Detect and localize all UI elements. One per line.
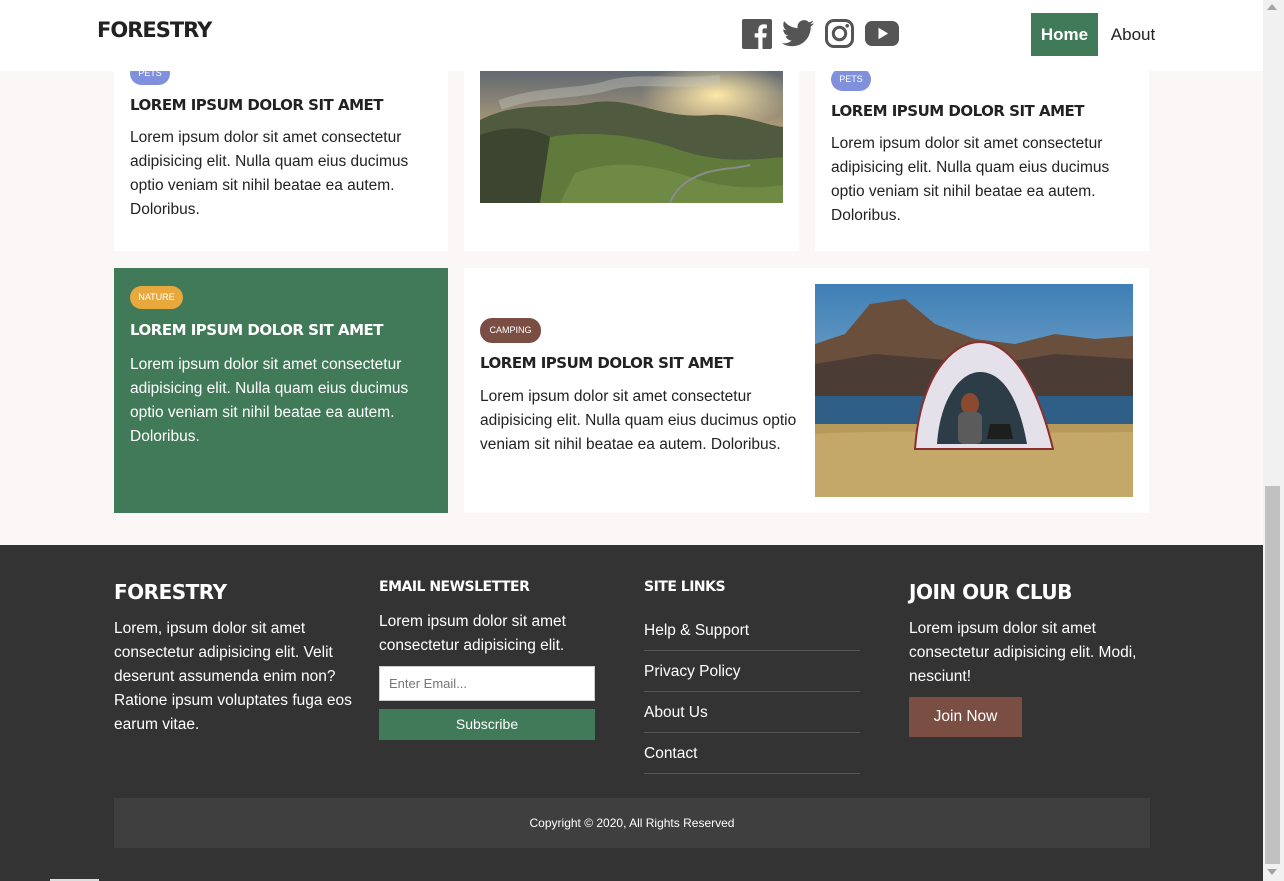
navbar: FORESTRY Home About — [0, 0, 1263, 71]
footer-about-text: Lorem, ipsum dolor sit amet consectetur … — [114, 620, 352, 733]
card-text: Lorem ipsum dolor sit amet consectetur a… — [831, 135, 1110, 224]
subscribe-button[interactable]: Subscribe — [379, 709, 595, 740]
footer-link-contact[interactable]: Contact — [644, 733, 860, 774]
copyright: Copyright © 2020, All Rights Reserved — [114, 798, 1150, 848]
twitter-icon[interactable] — [782, 20, 814, 47]
footer-link-privacy-policy[interactable]: Privacy Policy — [644, 651, 860, 692]
card-text: Lorem ipsum dolor sit amet consectetur a… — [130, 129, 409, 218]
footer-link-help-support[interactable]: Help & Support — [644, 610, 860, 651]
camping-tent-image — [815, 284, 1133, 497]
newsletter-title: EMAIL NEWSLETTER — [379, 579, 530, 595]
card-text: Lorem ipsum dolor sit amet consectetur a… — [130, 356, 409, 445]
card-title: LOREM IPSUM DOLOR SIT AMET — [130, 96, 384, 114]
card-camping: CAMPING LOREM IPSUM DOLOR SIT AMET Lorem… — [464, 268, 1149, 513]
card-pets-2: PETS LOREM IPSUM DOLOR SIT AMET Lorem ip… — [815, 50, 1149, 251]
facebook-icon[interactable] — [742, 19, 772, 49]
badge-camping: CAMPING — [480, 318, 541, 343]
club-text: Lorem ipsum dolor sit amet consectetur a… — [909, 620, 1137, 685]
site-links-title: SITE LINKS — [644, 579, 726, 595]
badge-nature: NATURE — [130, 286, 183, 309]
footer-link-about-us[interactable]: About Us — [644, 692, 860, 733]
footer-brand: FORESTRY — [114, 580, 227, 604]
nav-link-about[interactable]: About — [1105, 13, 1161, 56]
footer: FORESTRY Lorem, ipsum dolor sit amet con… — [0, 545, 1263, 881]
nav-link-home[interactable]: Home — [1031, 13, 1098, 56]
mountain-landscape-image — [480, 65, 783, 203]
card-image-landscape — [464, 50, 799, 251]
club-title: JOIN OUR CLUB — [909, 580, 1072, 604]
email-input[interactable] — [379, 666, 595, 701]
badge-pets: PETS — [831, 68, 871, 91]
scrollbar-thumb[interactable] — [1265, 486, 1280, 864]
scrollbar[interactable] — [1263, 0, 1284, 881]
card-nature: NATURE LOREM IPSUM DOLOR SIT AMET Lorem … — [114, 268, 448, 513]
card-title: LOREM IPSUM DOLOR SIT AMET — [480, 354, 734, 372]
join-now-button[interactable]: Join Now — [909, 697, 1022, 737]
card-title: LOREM IPSUM DOLOR SIT AMET — [831, 102, 1085, 120]
card-pets-1: PETS LOREM IPSUM DOLOR SIT AMET Lorem ip… — [114, 50, 448, 251]
brand-logo[interactable]: FORESTRY — [97, 18, 212, 42]
scroll-up-arrow-icon[interactable] — [1267, 4, 1277, 10]
card-title: LOREM IPSUM DOLOR SIT AMET — [130, 321, 384, 339]
instagram-icon[interactable] — [825, 19, 854, 48]
youtube-icon[interactable] — [865, 21, 899, 46]
scroll-down-arrow-icon[interactable] — [1267, 869, 1277, 875]
card-text: Lorem ipsum dolor sit amet consectetur a… — [480, 388, 797, 453]
newsletter-text: Lorem ipsum dolor sit amet consectetur a… — [379, 613, 566, 654]
